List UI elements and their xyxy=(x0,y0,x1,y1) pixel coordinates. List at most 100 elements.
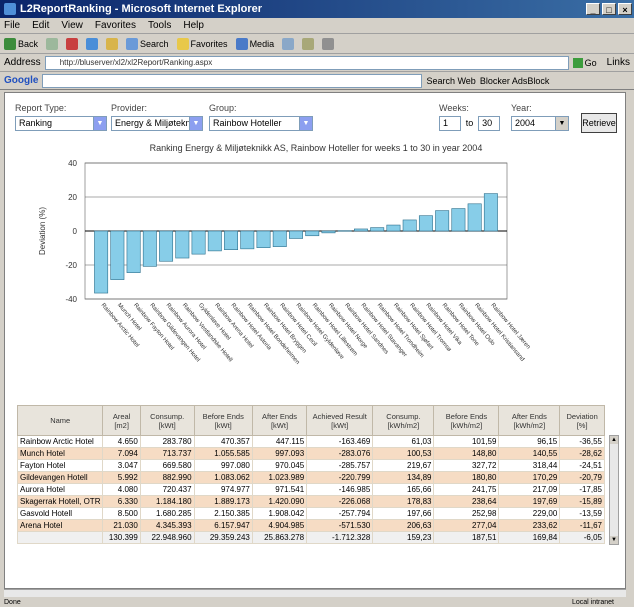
search-web-button[interactable]: Search Web xyxy=(426,76,475,86)
favorites-button[interactable]: Favorites xyxy=(176,37,228,50)
table-cell: 882.990 xyxy=(139,471,195,484)
chart-bar xyxy=(272,230,287,247)
column-header[interactable]: Before Ends [kWt] xyxy=(193,405,253,436)
week-from-input[interactable]: 1 xyxy=(439,116,461,131)
deviation-chart: 40200-20-40 Rainbow Arctic HotelMunch Ho… xyxy=(38,159,531,366)
total-cell: -6,05 xyxy=(559,531,605,544)
back-button[interactable]: Back xyxy=(4,37,38,50)
column-header[interactable]: Before Ends [kWh/m2] xyxy=(433,405,500,436)
chart-bar xyxy=(451,208,466,232)
table-cell: 1.023.989 xyxy=(251,471,308,484)
page-horizontal-scrollbar[interactable] xyxy=(4,589,626,597)
address-input[interactable]: http://bluserver/xl2/xl2Report/Ranking.a… xyxy=(44,55,569,70)
menu-favorites[interactable]: Favorites xyxy=(95,20,136,31)
menu-help[interactable]: Help xyxy=(183,20,204,31)
address-bar: Address http://bluserver/xl2/xl2Report/R… xyxy=(0,54,634,72)
y-tick-label: -40 xyxy=(65,295,77,304)
google-label[interactable]: Google xyxy=(4,75,38,86)
links-button[interactable]: Links xyxy=(607,57,630,68)
refresh-button[interactable] xyxy=(86,37,99,50)
table-cell: 2.150.385 xyxy=(193,507,253,520)
search-button[interactable]: Search xyxy=(126,37,169,50)
table-cell: 241,75 xyxy=(433,483,500,496)
minimize-button[interactable]: _ xyxy=(586,3,600,15)
column-header[interactable]: After Ends [kWt] xyxy=(251,405,308,436)
column-header[interactable]: Areal [m2] xyxy=(102,405,141,436)
retrieve-button[interactable]: Retrieve xyxy=(581,113,617,133)
media-button[interactable]: Media xyxy=(235,37,274,50)
chevron-down-icon: ▼ xyxy=(299,117,312,130)
menu-file[interactable]: File xyxy=(4,20,20,31)
year-field: Year: 2004 ▼ xyxy=(511,103,569,131)
table-cell: 197,66 xyxy=(372,507,435,520)
row-name-cell: Skagerrak Hotell, OTR xyxy=(16,495,104,508)
table-cell: 6.330 xyxy=(102,495,141,508)
blocker-button[interactable]: Blocker AdsBlock xyxy=(480,76,550,86)
year-label: Year: xyxy=(511,103,532,113)
table-cell: 974.977 xyxy=(193,483,253,496)
menu-view[interactable]: View xyxy=(61,20,83,31)
table-cell: -220.799 xyxy=(306,471,374,484)
print-button[interactable] xyxy=(322,37,335,50)
total-cell: 25.863.278 xyxy=(251,531,308,544)
column-header[interactable]: Name xyxy=(16,405,104,436)
week-to-input[interactable]: 30 xyxy=(478,116,501,131)
table-cell: 252,98 xyxy=(433,507,500,520)
scroll-up-icon[interactable]: ▲ xyxy=(610,436,618,444)
table-row: Gildevangen Hotell 5.992 882.990 1.083.062 1… xyxy=(16,471,605,484)
table-cell: 447.115 xyxy=(251,435,308,448)
home-button[interactable] xyxy=(106,37,119,50)
column-header[interactable]: Achieved Result [kWt] xyxy=(306,405,374,436)
table-cell: -285.757 xyxy=(306,459,374,472)
column-header[interactable]: Consump. [kWt] xyxy=(139,405,195,436)
table-cell: -15,89 xyxy=(559,495,605,508)
chart-bar xyxy=(142,230,157,267)
table-row: Munch Hotel 7.094 713.737 1.055.585 997.093-… xyxy=(16,447,605,460)
chevron-down-icon: ▼ xyxy=(189,117,202,130)
close-button[interactable]: × xyxy=(618,3,632,15)
weeks-field: Weeks: 1 to 30 xyxy=(439,103,505,131)
table-row: Arena Hotel 21.030 4.345.393 6.157.947 4.904… xyxy=(16,519,605,532)
provider-field: Provider: Energy & Miljøteknikk ▼ xyxy=(111,103,203,131)
table-cell: 100,53 xyxy=(372,447,435,460)
report-type-select[interactable]: Ranking ▼ xyxy=(15,116,107,131)
chart-bar xyxy=(126,230,141,273)
row-name-cell: Arena Hotel xyxy=(16,519,104,532)
y-tick-label: 20 xyxy=(68,193,77,202)
provider-select[interactable]: Energy & Miljøteknikk ▼ xyxy=(111,116,203,131)
forward-button[interactable] xyxy=(46,37,59,50)
stop-button[interactable] xyxy=(66,37,79,50)
mail-button[interactable] xyxy=(302,37,315,50)
chart-bar xyxy=(256,230,271,248)
chart-bar xyxy=(305,230,320,237)
table-cell: 233,62 xyxy=(498,519,561,532)
menu-tools[interactable]: Tools xyxy=(148,20,171,31)
browser-window: L2ReportRanking - Microsoft Internet Exp… xyxy=(0,0,634,607)
table-cell: 21.030 xyxy=(102,519,141,532)
address-label: Address xyxy=(4,57,41,68)
go-button[interactable]: Go xyxy=(572,57,597,68)
table-cell: 277,04 xyxy=(433,519,500,532)
group-select[interactable]: Rainbow Hoteller ▼ xyxy=(209,116,313,131)
window-title: L2ReportRanking - Microsoft Internet Exp… xyxy=(20,3,263,15)
table-cell: 180,80 xyxy=(433,471,500,484)
standard-toolbar: Back Search Favorites Media xyxy=(0,34,634,54)
media-icon xyxy=(235,37,248,50)
column-header[interactable]: After Ends [kWh/m2] xyxy=(498,405,561,436)
report-type-field: Report Type: Ranking ▼ xyxy=(15,103,107,131)
chart-bar xyxy=(386,224,401,232)
history-button[interactable] xyxy=(282,37,295,50)
year-select[interactable]: 2004 ▼ xyxy=(511,116,569,131)
google-search-input[interactable] xyxy=(42,73,423,88)
y-axis-label: Deviation (%) xyxy=(38,207,47,255)
table-vertical-scrollbar[interactable]: ▲ ▼ xyxy=(609,435,619,545)
menu-edit[interactable]: Edit xyxy=(32,20,49,31)
maximize-button[interactable]: □ xyxy=(602,3,616,15)
mail-icon xyxy=(302,37,315,50)
row-name-cell: Aurora Hotel xyxy=(16,483,104,496)
status-text: Done xyxy=(4,598,21,606)
chart-bar xyxy=(289,230,303,239)
scroll-down-icon[interactable]: ▼ xyxy=(610,536,618,544)
column-header[interactable]: Deviation [%] xyxy=(559,405,605,436)
column-header[interactable]: Consump. [kWh/m2] xyxy=(372,405,435,436)
